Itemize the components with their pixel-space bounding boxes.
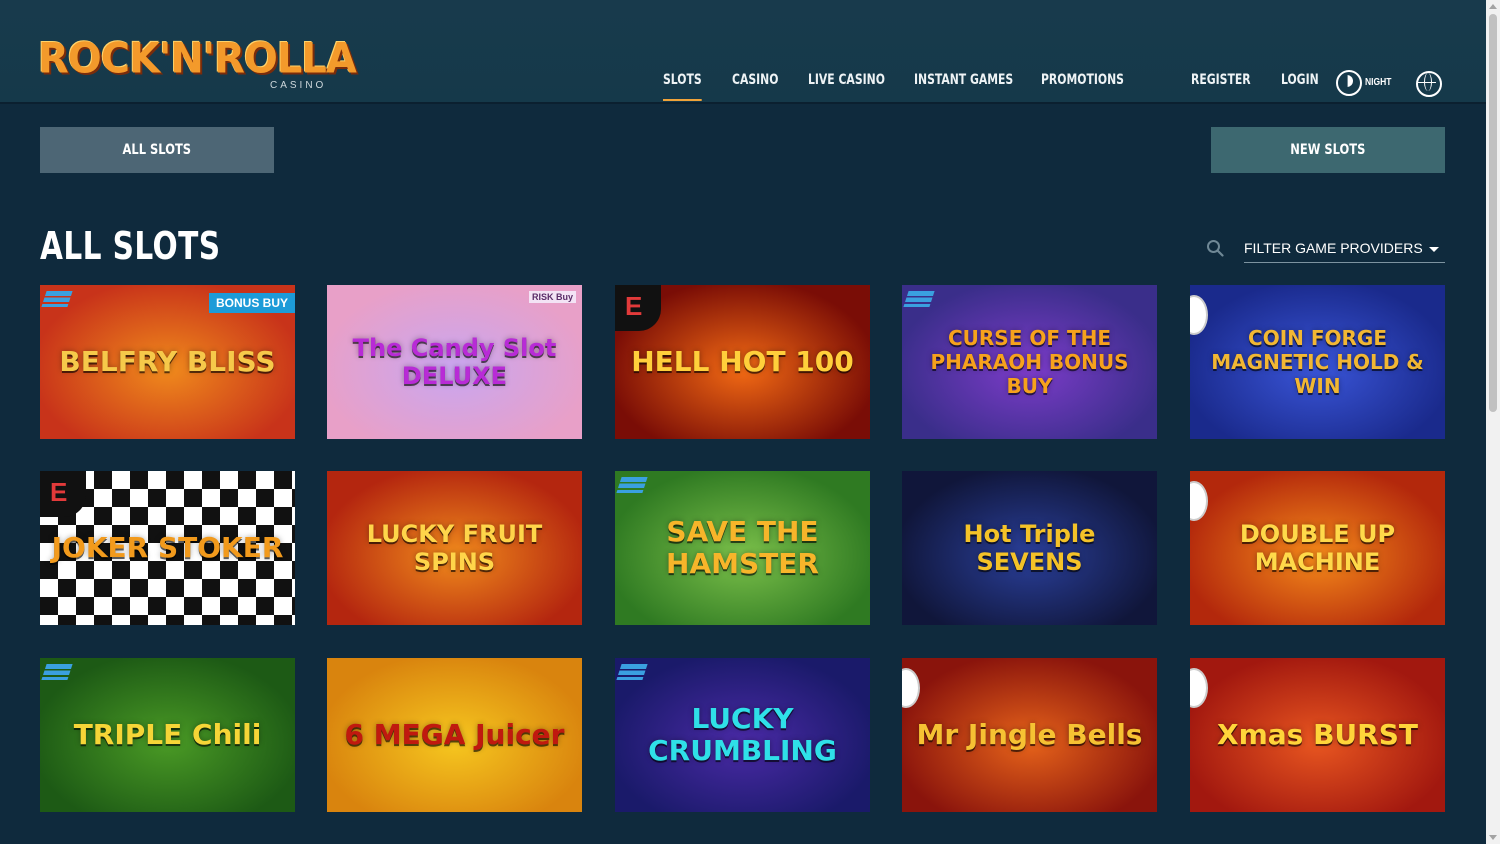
game-tile[interactable]: Xmas BURST <box>1190 658 1445 812</box>
nav-instant-games[interactable]: INSTANT GAMES <box>914 72 1013 88</box>
game-tile[interactable]: Hot Triple SEVENS <box>902 471 1157 625</box>
game-title: Mr Jingle Bells <box>916 718 1143 751</box>
game-tile[interactable]: 6 MEGA Juicer <box>327 658 582 812</box>
game-tile[interactable]: LUCKY CRUMBLING <box>615 658 870 812</box>
game-tile[interactable]: BONUS BUY BELFRY BLISS <box>40 285 295 439</box>
game-title: The Candy Slot DELUXE <box>352 334 557 390</box>
game-tile[interactable]: RISK Buy The Candy Slot DELUXE <box>327 285 582 439</box>
new-slots-tab-label: NEW SLOTS <box>1290 142 1366 158</box>
game-tile[interactable]: COIN FORGE MAGNETIC HOLD & WIN <box>1190 285 1445 439</box>
provider-logo-icon <box>41 664 73 680</box>
login-link[interactable]: LOGIN <box>1281 72 1319 88</box>
new-slots-tab[interactable]: NEW SLOTS <box>1211 127 1445 173</box>
provider-logo-icon <box>1190 668 1208 708</box>
game-tile[interactable]: SAVE THE HAMSTER <box>615 471 870 625</box>
logo-subtitle: CASINO <box>270 80 327 91</box>
game-tile[interactable]: Mr Jingle Bells <box>902 658 1157 812</box>
game-title: BELFRY BLISS <box>59 345 276 378</box>
filter-label: FILTER GAME PROVIDERS <box>1244 240 1423 256</box>
night-mode-label: NIGHT <box>1365 77 1392 88</box>
nav-slots[interactable]: SLOTS <box>663 72 702 101</box>
game-title: COIN FORGE MAGNETIC HOLD & WIN <box>1211 326 1424 398</box>
filter-game-providers-dropdown[interactable]: FILTER GAME PROVIDERS <box>1244 236 1445 263</box>
nav-casino[interactable]: CASINO <box>732 72 778 88</box>
all-slots-tab-label: ALL SLOTS <box>122 142 192 158</box>
game-title: SAVE THE HAMSTER <box>666 515 819 580</box>
page-scrollbar[interactable] <box>1486 0 1500 844</box>
language-globe-icon[interactable] <box>1416 71 1442 97</box>
provider-logo-icon <box>902 668 920 708</box>
nav-promotions[interactable]: PROMOTIONS <box>1041 72 1124 88</box>
game-tile[interactable]: TRIPLE Chili <box>40 658 295 812</box>
game-title: CURSE OF THE PHARAOH BONUS BUY <box>930 326 1129 398</box>
provider-logo-icon <box>616 664 648 680</box>
logo-text: ROCK'N'ROLLA <box>38 34 357 84</box>
night-mode-icon <box>1336 70 1362 96</box>
scrollbar-thumb[interactable] <box>1489 14 1497 412</box>
game-title: 6 MEGA Juicer <box>344 718 565 751</box>
provider-logo-icon <box>616 477 648 493</box>
game-tile[interactable]: JOKER STOKER <box>40 471 295 625</box>
game-tile[interactable]: CURSE OF THE PHARAOH BONUS BUY <box>902 285 1157 439</box>
all-slots-tab[interactable]: ALL SLOTS <box>40 127 274 173</box>
provider-logo-icon <box>1190 481 1208 521</box>
provider-logo-icon <box>903 291 935 307</box>
game-title: DOUBLE UP MACHINE <box>1239 520 1396 576</box>
game-title: LUCKY FRUIT SPINS <box>366 520 543 576</box>
scroll-down-arrow-icon[interactable] <box>1489 835 1497 840</box>
game-title: JOKER STOKER <box>51 531 284 564</box>
game-title: TRIPLE Chili <box>73 718 262 751</box>
game-title: HELL HOT 100 <box>631 345 854 378</box>
game-tile[interactable]: HELL HOT 100 <box>615 285 870 439</box>
game-tile[interactable]: DOUBLE UP MACHINE <box>1190 471 1445 625</box>
page-title: ALL SLOTS <box>40 224 221 268</box>
site-header: ROCK'N'ROLLA CASINO SLOTS CASINO LIVE CA… <box>0 0 1486 104</box>
logo[interactable]: ROCK'N'ROLLA CASINO <box>38 35 357 98</box>
chevron-down-icon <box>1429 247 1439 252</box>
provider-logo-icon <box>615 285 661 331</box>
game-title: LUCKY CRUMBLING <box>648 702 837 767</box>
bonus-buy-badge: BONUS BUY <box>208 293 295 313</box>
provider-logo-icon <box>40 471 86 517</box>
game-tile[interactable]: LUCKY FRUIT SPINS <box>327 471 582 625</box>
search-icon[interactable] <box>1206 239 1224 257</box>
register-link[interactable]: REGISTER <box>1191 72 1251 88</box>
night-mode-toggle[interactable]: NIGHT <box>1336 70 1406 96</box>
scroll-up-arrow-icon[interactable] <box>1489 4 1497 9</box>
risk-buy-tag: RISK Buy <box>528 291 576 303</box>
provider-logo-icon <box>41 291 73 307</box>
nav-live-casino[interactable]: LIVE CASINO <box>808 72 885 88</box>
game-title: Hot Triple SEVENS <box>963 520 1096 576</box>
game-title: Xmas BURST <box>1217 718 1418 751</box>
